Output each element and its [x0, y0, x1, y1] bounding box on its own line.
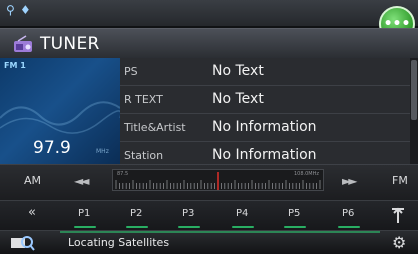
- preset-indicator: [338, 226, 360, 228]
- footer-bar: Locating Satellites ⚙: [0, 230, 418, 254]
- tuner-icon: [14, 35, 32, 52]
- preset-p2[interactable]: P2: [130, 208, 142, 219]
- frequency-scale[interactable]: 87.5 108.0MHz: [112, 169, 324, 191]
- preset-indicator: [178, 226, 200, 228]
- info-label: Title&Artist: [124, 121, 186, 134]
- scrollbar-thumb[interactable]: [411, 60, 417, 120]
- preset-p4[interactable]: P4: [236, 208, 248, 219]
- preset-indicator: [74, 226, 96, 228]
- title-bar: TUNER: [0, 28, 418, 58]
- preset-p1[interactable]: P1: [78, 208, 90, 219]
- info-row-title-artist: Title&Artist No Information: [120, 114, 410, 142]
- info-value: No Text: [212, 63, 264, 79]
- preset-p6[interactable]: P6: [342, 208, 354, 219]
- info-row-station: Station No Information: [120, 142, 410, 164]
- seek-up-button[interactable]: ►►: [342, 174, 358, 188]
- preset-indicator: [126, 226, 148, 228]
- info-row-rtext: R TEXT No Text: [120, 86, 410, 114]
- info-value: No Information: [212, 147, 317, 163]
- gps-status-text: Locating Satellites: [68, 236, 170, 249]
- tuner-screen: ⚲ ♦ ••• TUNER FM 1 97.9 MHz PS No Text R…: [0, 0, 418, 254]
- fm-button[interactable]: FM: [392, 174, 408, 187]
- preset-p3[interactable]: P3: [182, 208, 194, 219]
- footer-accent-line: [60, 231, 380, 233]
- frequency-panel[interactable]: FM 1 97.9 MHz: [0, 58, 120, 164]
- info-row-ps: PS No Text: [120, 58, 410, 86]
- status-bar: ⚲ ♦: [0, 0, 418, 26]
- info-label: PS: [124, 65, 138, 78]
- seek-down-button[interactable]: ◄◄: [74, 174, 90, 188]
- station-info-list: PS No Text R TEXT No Text Title&Artist N…: [120, 58, 410, 164]
- antenna-icon: ⚲: [6, 3, 15, 17]
- info-scrollbar[interactable]: [410, 58, 418, 164]
- preset-bar: « P1 P2 P3 P4 P5 P6: [0, 200, 418, 230]
- page-title: TUNER: [40, 34, 100, 54]
- background-wave: [0, 101, 120, 134]
- info-label: R TEXT: [124, 93, 163, 106]
- preset-indicator: [284, 226, 306, 228]
- tuning-bar: AM ◄◄ 87.5 108.0MHz ►► FM: [0, 164, 418, 200]
- info-value: No Information: [212, 119, 317, 135]
- preset-indicator: [232, 226, 254, 228]
- frequency-readout: 97.9: [33, 138, 71, 158]
- antenna-tune-icon[interactable]: [390, 207, 406, 225]
- gear-icon[interactable]: ⚙: [392, 233, 406, 252]
- frequency-unit: MHz: [96, 148, 109, 155]
- am-button[interactable]: AM: [24, 174, 41, 187]
- signal-icon: ♦: [20, 3, 31, 17]
- preset-back-button[interactable]: «: [28, 205, 36, 220]
- preset-p5[interactable]: P5: [288, 208, 300, 219]
- info-value: No Text: [212, 91, 264, 107]
- scale-ticks: [115, 172, 321, 190]
- search-icon[interactable]: [8, 233, 36, 253]
- info-label: Station: [124, 149, 164, 162]
- band-label: FM 1: [4, 61, 26, 70]
